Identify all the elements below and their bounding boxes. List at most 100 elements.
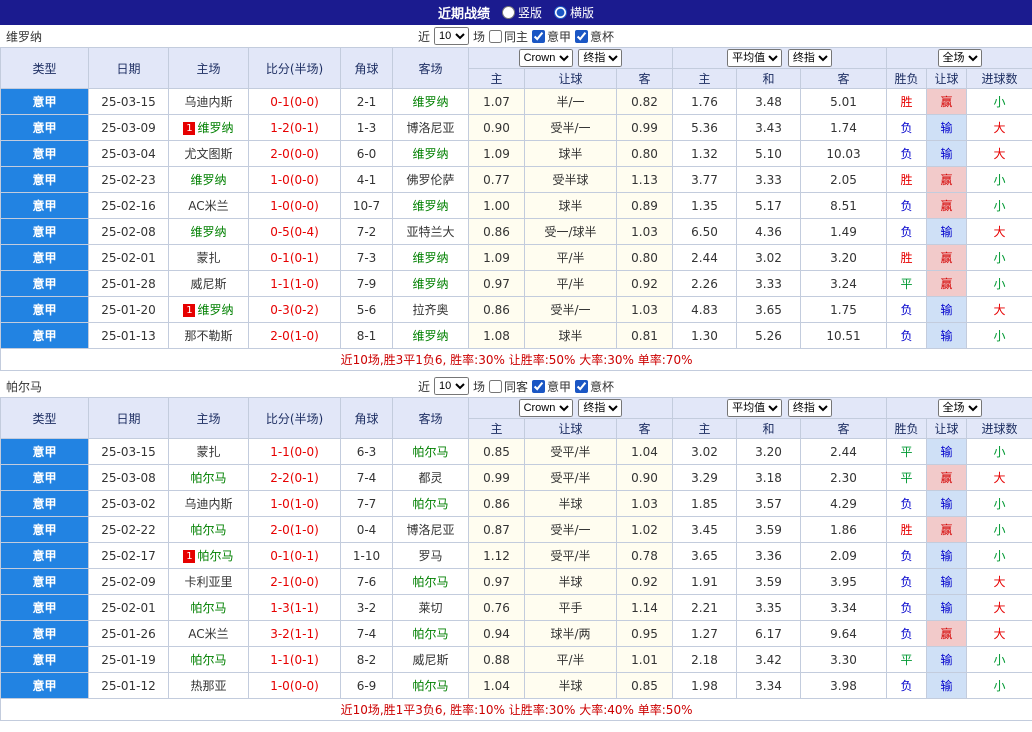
league-cell: 意甲	[0, 542, 89, 569]
score-cell: 1-0(0-0)	[248, 672, 341, 699]
same-venue-filter[interactable]: 同客	[488, 378, 528, 395]
page-title: 近期战绩	[437, 7, 490, 22]
team-name: 维罗纳	[412, 199, 449, 213]
handicap-result-cell: 输	[926, 568, 968, 595]
vertical-radio[interactable]	[501, 6, 515, 19]
avg-home-cell: 1.30	[672, 322, 737, 349]
avg-draw-cell: 3.48	[736, 88, 801, 115]
league-cell: 意甲	[0, 516, 89, 543]
away-odds-cell: 0.90	[616, 464, 673, 491]
goals-result-cell: 大	[966, 464, 1032, 491]
avg-home-cell: 3.77	[672, 166, 737, 193]
cup-filter[interactable]: 意杯	[575, 378, 614, 395]
league-filter[interactable]: 意甲	[532, 378, 571, 395]
team-name: AC米兰	[188, 627, 229, 641]
final-odds-select[interactable]: 终指	[578, 399, 623, 417]
handicap-result-cell: 输	[926, 114, 968, 141]
league-checkbox[interactable]	[532, 29, 545, 43]
col-odds-home: 主	[468, 418, 525, 439]
layout-radio-vertical[interactable]: 竖版	[501, 4, 542, 21]
col-odds-home: 主	[468, 68, 525, 89]
team-name: 帕尔马	[190, 653, 227, 667]
horizontal-radio[interactable]	[554, 6, 567, 19]
col-winloss: 胜负	[886, 68, 928, 89]
avg-select[interactable]: 平均值	[727, 49, 783, 67]
away-odds-cell: 1.03	[616, 490, 673, 517]
winloss-cell: 胜	[886, 244, 928, 271]
layout-radio-horizontal[interactable]: 横版	[554, 4, 594, 21]
avg-draw-cell: 3.20	[736, 438, 801, 465]
match-row: 意甲 25-02-01 帕尔马 1-3(1-1) 3-2 莱切 0.76 平手 1.14 2.21…	[0, 594, 1032, 621]
corner-cell: 1-10	[340, 542, 393, 569]
cup-filter[interactable]: 意杯	[575, 28, 614, 45]
scope-select[interactable]: 全场	[937, 399, 982, 417]
same-venue-checkbox[interactable]	[488, 29, 502, 43]
odds-source-select[interactable]: Crown	[518, 399, 573, 417]
same-venue-filter[interactable]: 同主	[488, 28, 528, 45]
same-venue-checkbox[interactable]	[488, 379, 502, 393]
match-row: 意甲 25-03-15 蒙扎 1-1(0-0) 6-3 帕尔马 0.85 受平/半 1.04 3.…	[0, 438, 1032, 465]
corner-cell: 7-9	[340, 270, 393, 297]
col-score: 比分(半场)	[248, 397, 341, 439]
score-cell: 1-0(0-0)	[248, 192, 341, 219]
summary-row: 近10场,胜1平3负6, 胜率:10% 让胜率:30% 大率:40% 单率:50…	[0, 698, 1032, 721]
home-odds-cell: 0.77	[468, 166, 525, 193]
league-checkbox[interactable]	[532, 379, 545, 393]
team-name: 维罗纳	[412, 329, 449, 343]
avg-away-cell: 3.20	[799, 244, 888, 271]
avg-final-select[interactable]: 终指	[787, 399, 832, 417]
final-odds-select[interactable]: 终指	[578, 49, 623, 67]
winloss-cell: 胜	[886, 166, 928, 193]
avg-home-cell: 5.36	[672, 114, 737, 141]
odds-source-select[interactable]: Crown	[518, 49, 573, 67]
col-home: 主场	[168, 47, 249, 89]
league-cell: 意甲	[0, 568, 89, 595]
team-name: 那不勒斯	[184, 329, 233, 343]
same-venue-label: 同客	[503, 379, 528, 394]
match-row: 意甲 25-02-23 维罗纳 1-0(0-0) 4-1 佛罗伦萨 0.77 受半球 1.13 3…	[0, 166, 1032, 193]
avg-away-cell: 1.74	[799, 114, 888, 141]
home-team-cell: 帕尔马	[168, 516, 249, 543]
home-team-cell: 帕尔马	[168, 594, 249, 621]
score-cell: 2-1(0-0)	[248, 568, 341, 595]
date-cell: 25-01-26	[88, 620, 169, 647]
league-filter[interactable]: 意甲	[532, 28, 571, 45]
corner-cell: 0-4	[340, 516, 393, 543]
corner-cell: 8-2	[340, 646, 393, 673]
match-count-select[interactable]: 10	[433, 27, 469, 45]
team-name: 都灵	[418, 471, 443, 485]
goals-result-cell: 小	[966, 542, 1032, 569]
cup-checkbox[interactable]	[575, 379, 589, 393]
team-name: 佛罗伦萨	[406, 173, 455, 187]
avg-away-cell: 3.34	[799, 594, 888, 621]
cup-checkbox[interactable]	[575, 29, 589, 43]
team-name-label: 帕尔马	[6, 379, 43, 394]
matches-body: 意甲 25-03-15 乌迪内斯 0-1(0-0) 2-1 维罗纳 1.07 半/一 0.82 1…	[0, 88, 1032, 349]
scope-select[interactable]: 全场	[937, 49, 982, 67]
team-name: 威尼斯	[412, 653, 449, 667]
corner-cell: 3-2	[340, 594, 393, 621]
matches-table-verona: 类型 日期 主场 比分(半场) 角球 客场 Crown 终指 平均值 终指 全场…	[0, 47, 1032, 371]
col-handicap-result: 让球	[926, 418, 968, 439]
league-cell: 意甲	[0, 620, 89, 647]
avg-final-select[interactable]: 终指	[787, 49, 832, 67]
team-section-verona: 维罗纳 近 10 场 同主 意甲 意杯 类型 日期 主场 比分(半场) 角球 客…	[0, 25, 1032, 371]
away-odds-cell: 0.95	[616, 620, 673, 647]
score-cell: 0-1(0-1)	[248, 542, 341, 569]
match-row: 意甲 25-01-19 帕尔马 1-1(0-1) 8-2 威尼斯 0.88 平/半 1.01 2.…	[0, 646, 1032, 673]
league-cell: 意甲	[0, 490, 89, 517]
league-cell: 意甲	[0, 594, 89, 621]
corner-cell: 7-7	[340, 490, 393, 517]
avg-select[interactable]: 平均值	[727, 399, 783, 417]
away-odds-cell: 0.99	[616, 114, 673, 141]
matches-table-parma: 类型 日期 主场 比分(半场) 角球 客场 Crown 终指 平均值 终指 全场…	[0, 397, 1032, 721]
league-cell: 意甲	[0, 464, 89, 491]
title-bar: 近期战绩 竖版 横版	[0, 0, 1032, 25]
corner-cell: 4-1	[340, 166, 393, 193]
match-count-select[interactable]: 10	[433, 377, 469, 395]
avg-draw-cell: 3.59	[736, 516, 801, 543]
team-name: 莱切	[418, 601, 443, 615]
matches-body: 意甲 25-03-15 蒙扎 1-1(0-0) 6-3 帕尔马 0.85 受平/半 1.04 3.…	[0, 438, 1032, 699]
handicap-result-cell: 赢	[926, 192, 968, 219]
match-row: 意甲 25-03-15 乌迪内斯 0-1(0-0) 2-1 维罗纳 1.07 半/一 0.82 1…	[0, 88, 1032, 115]
